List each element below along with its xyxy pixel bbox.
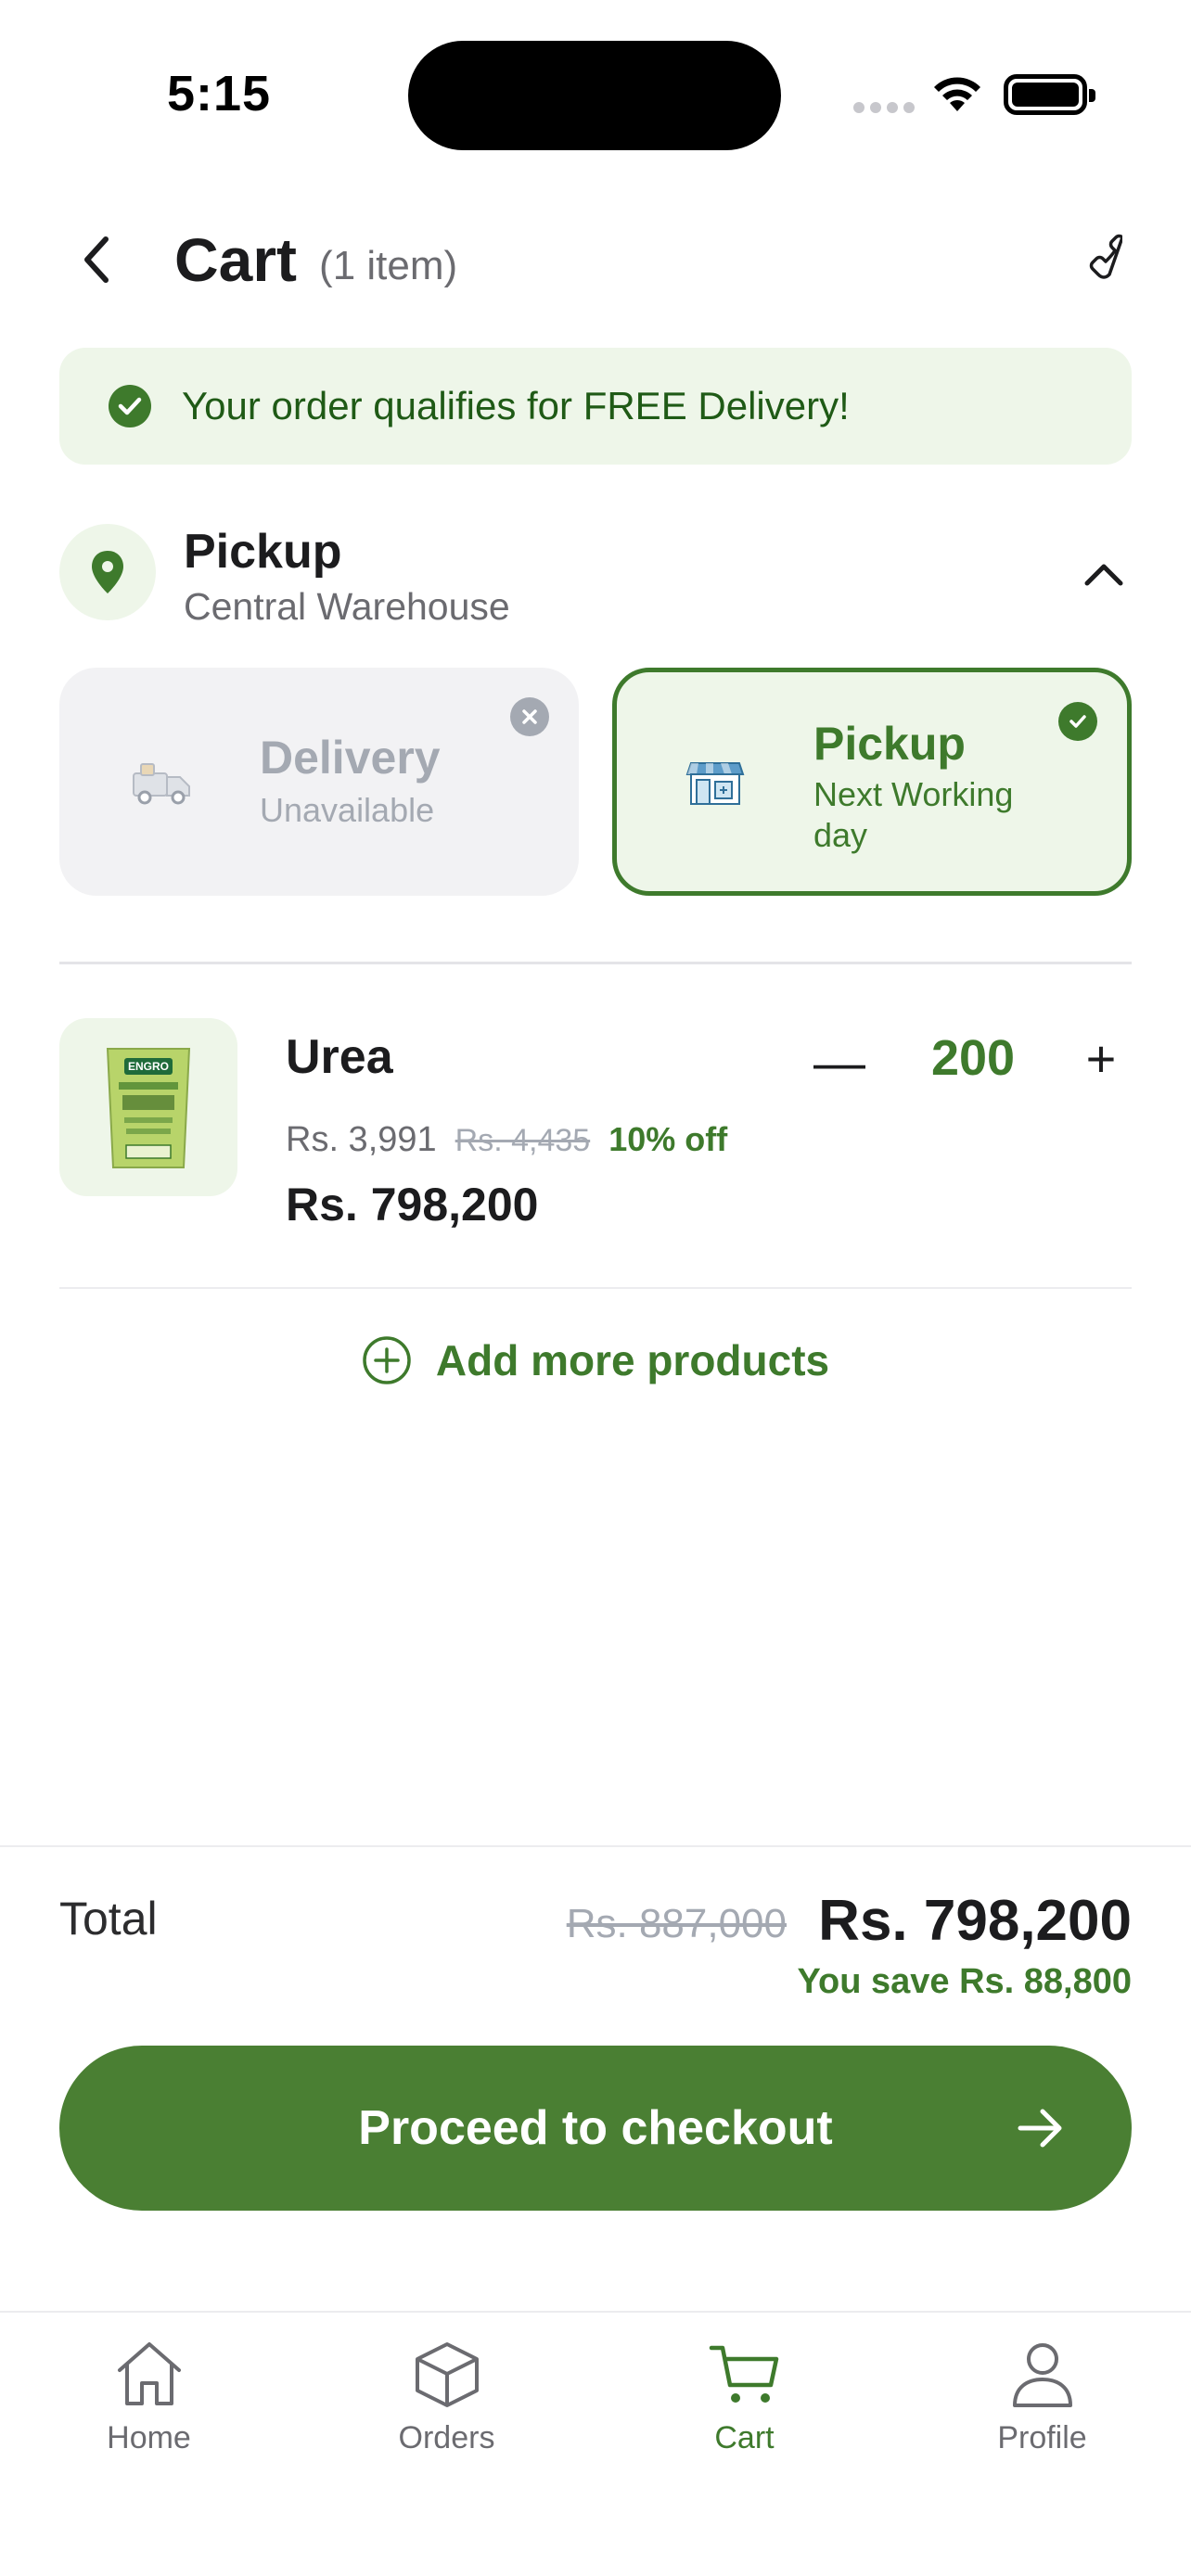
home-icon bbox=[117, 2342, 181, 2405]
status-bar: 5:15 bbox=[0, 0, 1191, 185]
arrow-right-icon bbox=[1018, 2109, 1062, 2148]
cart-icon bbox=[709, 2345, 778, 2403]
fulfillment-section[interactable]: Pickup Central Warehouse bbox=[59, 524, 1132, 628]
phone-icon bbox=[1089, 234, 1124, 279]
location-pin-icon bbox=[59, 524, 156, 620]
add-more-products-button[interactable]: Add more products bbox=[0, 1335, 1191, 1385]
banner-text: Your order qualifies for FREE Delivery! bbox=[182, 384, 850, 427]
line-total: Rs. 798,200 bbox=[286, 1179, 539, 1231]
wifi-icon bbox=[934, 77, 980, 111]
section-divider bbox=[59, 962, 1132, 964]
svg-text:ENGRO: ENGRO bbox=[128, 1060, 169, 1073]
pickup-option-subtitle: Next Working day bbox=[813, 775, 1014, 854]
pickup-option-card[interactable]: Pickup Next Working day bbox=[612, 668, 1132, 896]
tab-orders[interactable]: Orders bbox=[298, 2318, 596, 2476]
status-time: 5:15 bbox=[167, 66, 272, 121]
totals-divider bbox=[0, 1845, 1191, 1847]
unit-price: Rs. 3,991 bbox=[286, 1120, 437, 1159]
selected-check-icon bbox=[1058, 702, 1097, 741]
store-icon bbox=[685, 762, 745, 805]
delivery-option-subtitle: Unavailable bbox=[260, 791, 435, 829]
decrease-quantity-button[interactable]: — bbox=[807, 1029, 872, 1094]
chevron-up-icon[interactable] bbox=[1082, 552, 1126, 596]
delivery-option-card[interactable]: Delivery Unavailable bbox=[59, 668, 579, 896]
item-count: (1 item) bbox=[319, 243, 458, 288]
tab-bar: Home Orders Cart Profile bbox=[0, 2318, 1191, 2504]
tab-label: Home bbox=[107, 2420, 191, 2455]
quantity-value[interactable]: 200 bbox=[894, 1029, 1052, 1087]
tab-home[interactable]: Home bbox=[0, 2318, 298, 2476]
add-more-label: Add more products bbox=[435, 1336, 830, 1384]
price-row: Rs. 3,991 Rs. 4,435 10% off bbox=[286, 1120, 727, 1160]
delivery-option-title: Delivery bbox=[260, 732, 441, 784]
back-button[interactable] bbox=[78, 232, 134, 287]
total-label: Total bbox=[59, 1893, 158, 1945]
pickup-option-title: Pickup bbox=[813, 718, 966, 770]
proceed-to-checkout-button[interactable]: Proceed to checkout bbox=[59, 2046, 1132, 2211]
profile-icon bbox=[1012, 2343, 1072, 2407]
tab-label: Orders bbox=[398, 2420, 495, 2455]
delivery-truck-icon bbox=[133, 763, 190, 805]
checkout-label: Proceed to checkout bbox=[358, 2101, 833, 2155]
increase-quantity-button[interactable]: + bbox=[1069, 1026, 1133, 1090]
plus-circle-icon bbox=[363, 1336, 411, 1384]
tab-label: Profile bbox=[997, 2420, 1087, 2455]
fulfillment-place: Central Warehouse bbox=[184, 585, 510, 628]
call-button[interactable] bbox=[1063, 232, 1124, 291]
header: Cart (1 item) bbox=[59, 213, 1132, 306]
savings-text: You save Rs. 88,800 bbox=[797, 1962, 1132, 2001]
cellular-signal-icon bbox=[853, 102, 915, 113]
tab-cart[interactable]: Cart bbox=[596, 2318, 893, 2476]
page-title: Cart bbox=[174, 225, 298, 294]
total-price: Rs. 798,200 bbox=[818, 1889, 1132, 1953]
product-image[interactable]: ENGRO bbox=[59, 1018, 237, 1196]
box-icon bbox=[415, 2342, 479, 2407]
battery-icon bbox=[1004, 74, 1095, 115]
tabbar-divider bbox=[0, 2311, 1191, 2313]
total-original-price: Rs. 887,000 bbox=[566, 1901, 787, 1946]
discount-label: 10% off bbox=[608, 1120, 728, 1158]
chevron-left-icon bbox=[84, 236, 109, 283]
unavailable-x-icon bbox=[510, 697, 549, 736]
section-divider bbox=[59, 1287, 1132, 1289]
free-delivery-banner: Your order qualifies for FREE Delivery! bbox=[59, 348, 1132, 465]
original-price: Rs. 4,435 bbox=[455, 1123, 591, 1158]
cart-item: ENGRO Urea — 200 + Rs. 3,991 Rs. 4,435 1… bbox=[59, 1018, 1132, 1241]
tab-label: Cart bbox=[714, 2420, 775, 2455]
check-circle-icon bbox=[109, 385, 151, 427]
dynamic-island bbox=[408, 41, 781, 150]
product-name: Urea bbox=[286, 1030, 393, 1084]
fulfillment-mode: Pickup bbox=[184, 525, 342, 579]
tab-profile[interactable]: Profile bbox=[893, 2318, 1191, 2476]
